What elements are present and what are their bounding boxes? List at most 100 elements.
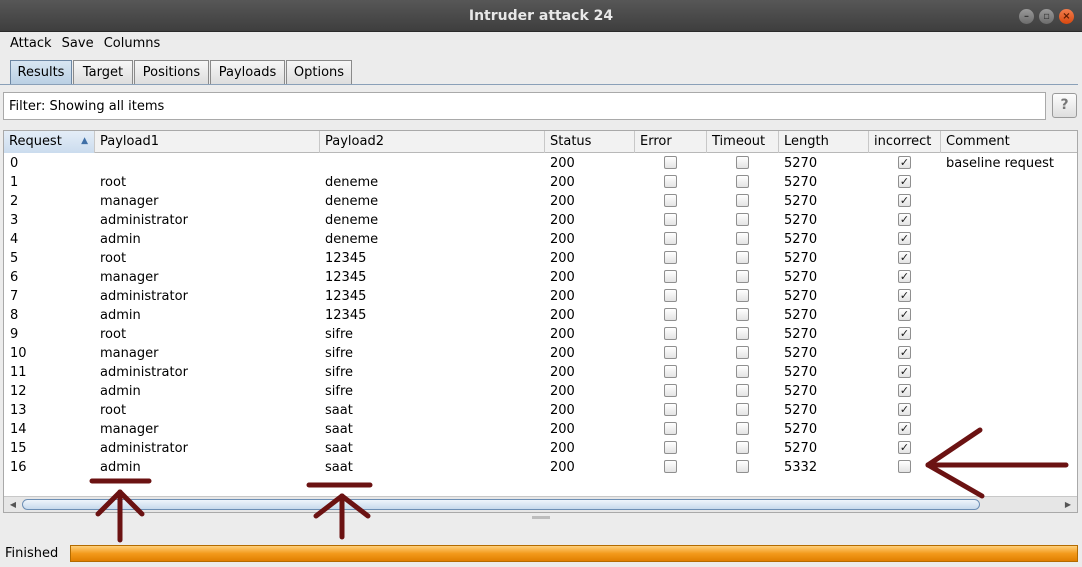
incorrect-checkbox[interactable]: ✓: [898, 403, 911, 416]
cell-payload2: 12345: [325, 251, 367, 266]
table-row[interactable]: 6 manager 12345 200 5270 ✓: [4, 268, 1077, 287]
menu-columns[interactable]: Columns: [94, 32, 161, 51]
incorrect-checkbox[interactable]: ✓: [898, 270, 911, 283]
timeout-checkbox[interactable]: [736, 156, 749, 169]
scroll-left-icon[interactable]: ◀: [6, 498, 20, 511]
timeout-checkbox[interactable]: [736, 403, 749, 416]
error-checkbox[interactable]: [664, 175, 677, 188]
menu-save[interactable]: Save: [52, 32, 94, 51]
col-length[interactable]: Length: [779, 131, 869, 153]
incorrect-checkbox[interactable]: [898, 460, 911, 473]
error-checkbox[interactable]: [664, 346, 677, 359]
error-checkbox[interactable]: [664, 365, 677, 378]
error-checkbox[interactable]: [664, 327, 677, 340]
col-request[interactable]: Request ▲: [4, 131, 95, 153]
timeout-checkbox[interactable]: [736, 346, 749, 359]
table-row[interactable]: 16 admin saat 200 5332: [4, 458, 1077, 477]
error-checkbox[interactable]: [664, 213, 677, 226]
timeout-checkbox[interactable]: [736, 441, 749, 454]
error-checkbox[interactable]: [664, 270, 677, 283]
table-row[interactable]: 11 administrator sifre 200 5270 ✓: [4, 363, 1077, 382]
title-bar[interactable]: Intruder attack 24 – ▫ ×: [0, 0, 1082, 32]
col-payload1[interactable]: Payload1: [95, 131, 320, 153]
timeout-checkbox[interactable]: [736, 308, 749, 321]
table-row[interactable]: 13 root saat 200 5270 ✓: [4, 401, 1077, 420]
table-row[interactable]: 2 manager deneme 200 5270 ✓: [4, 192, 1077, 211]
table-row[interactable]: 7 administrator 12345 200 5270 ✓: [4, 287, 1077, 306]
filter-bar[interactable]: Filter: Showing all items: [3, 92, 1046, 120]
incorrect-checkbox[interactable]: ✓: [898, 346, 911, 359]
error-checkbox[interactable]: [664, 289, 677, 302]
menu-attack[interactable]: Attack: [0, 32, 52, 51]
table-row[interactable]: 14 manager saat 200 5270 ✓: [4, 420, 1077, 439]
incorrect-checkbox[interactable]: ✓: [898, 365, 911, 378]
table-row[interactable]: 9 root sifre 200 5270 ✓: [4, 325, 1077, 344]
col-comment[interactable]: Comment: [941, 131, 1077, 153]
incorrect-checkbox[interactable]: ✓: [898, 156, 911, 169]
horizontal-scrollbar[interactable]: ◀ ▶: [4, 496, 1077, 512]
table-row[interactable]: 10 manager sifre 200 5270 ✓: [4, 344, 1077, 363]
tab-results[interactable]: Results: [10, 60, 72, 85]
incorrect-checkbox[interactable]: ✓: [898, 384, 911, 397]
incorrect-checkbox[interactable]: ✓: [898, 441, 911, 454]
timeout-checkbox[interactable]: [736, 175, 749, 188]
incorrect-checkbox[interactable]: ✓: [898, 251, 911, 264]
col-incorrect[interactable]: incorrect: [869, 131, 941, 153]
timeout-checkbox[interactable]: [736, 270, 749, 283]
cell-length: 5270: [784, 365, 818, 380]
timeout-checkbox[interactable]: [736, 384, 749, 397]
col-timeout[interactable]: Timeout: [707, 131, 779, 153]
scroll-right-icon[interactable]: ▶: [1061, 498, 1075, 511]
maximize-icon[interactable]: ▫: [1039, 9, 1054, 24]
table-row[interactable]: 0 200 5270 baseline request ✓: [4, 154, 1077, 173]
error-checkbox[interactable]: [664, 403, 677, 416]
error-checkbox[interactable]: [664, 460, 677, 473]
table-row[interactable]: 15 administrator saat 200 5270 ✓: [4, 439, 1077, 458]
timeout-checkbox[interactable]: [736, 213, 749, 226]
minimize-icon[interactable]: –: [1019, 9, 1034, 24]
timeout-checkbox[interactable]: [736, 365, 749, 378]
timeout-checkbox[interactable]: [736, 327, 749, 340]
error-checkbox[interactable]: [664, 232, 677, 245]
incorrect-checkbox[interactable]: ✓: [898, 289, 911, 302]
tab-payloads[interactable]: Payloads: [210, 60, 285, 85]
timeout-checkbox[interactable]: [736, 194, 749, 207]
table-row[interactable]: 1 root deneme 200 5270 ✓: [4, 173, 1077, 192]
timeout-checkbox[interactable]: [736, 251, 749, 264]
scrollbar-thumb[interactable]: [22, 499, 980, 510]
incorrect-checkbox[interactable]: ✓: [898, 422, 911, 435]
error-checkbox[interactable]: [664, 384, 677, 397]
error-checkbox[interactable]: [664, 441, 677, 454]
col-payload2[interactable]: Payload2: [320, 131, 545, 153]
table-row[interactable]: 4 admin deneme 200 5270 ✓: [4, 230, 1077, 249]
error-checkbox[interactable]: [664, 194, 677, 207]
table-row[interactable]: 5 root 12345 200 5270 ✓: [4, 249, 1077, 268]
table-row[interactable]: 12 admin sifre 200 5270 ✓: [4, 382, 1077, 401]
incorrect-checkbox[interactable]: ✓: [898, 194, 911, 207]
table-row[interactable]: 8 admin 12345 200 5270 ✓: [4, 306, 1077, 325]
timeout-checkbox[interactable]: [736, 460, 749, 473]
timeout-checkbox[interactable]: [736, 232, 749, 245]
incorrect-checkbox[interactable]: ✓: [898, 232, 911, 245]
incorrect-checkbox[interactable]: ✓: [898, 175, 911, 188]
tab-options[interactable]: Options: [286, 60, 352, 85]
tab-target[interactable]: Target: [73, 60, 133, 85]
timeout-checkbox[interactable]: [736, 422, 749, 435]
incorrect-checkbox[interactable]: ✓: [898, 308, 911, 321]
help-button[interactable]: ?: [1052, 93, 1077, 118]
splitter-handle[interactable]: [532, 516, 550, 519]
error-checkbox[interactable]: [664, 308, 677, 321]
table-row[interactable]: 3 administrator deneme 200 5270 ✓: [4, 211, 1077, 230]
incorrect-checkbox[interactable]: ✓: [898, 213, 911, 226]
cell-request: 15: [10, 441, 27, 456]
table-header: Request ▲ Payload1 Payload2 Status Error…: [4, 131, 1077, 153]
error-checkbox[interactable]: [664, 251, 677, 264]
tab-positions[interactable]: Positions: [134, 60, 209, 85]
incorrect-checkbox[interactable]: ✓: [898, 327, 911, 340]
col-status[interactable]: Status: [545, 131, 635, 153]
timeout-checkbox[interactable]: [736, 289, 749, 302]
col-error[interactable]: Error: [635, 131, 707, 153]
error-checkbox[interactable]: [664, 422, 677, 435]
close-icon[interactable]: ×: [1059, 9, 1074, 24]
error-checkbox[interactable]: [664, 156, 677, 169]
